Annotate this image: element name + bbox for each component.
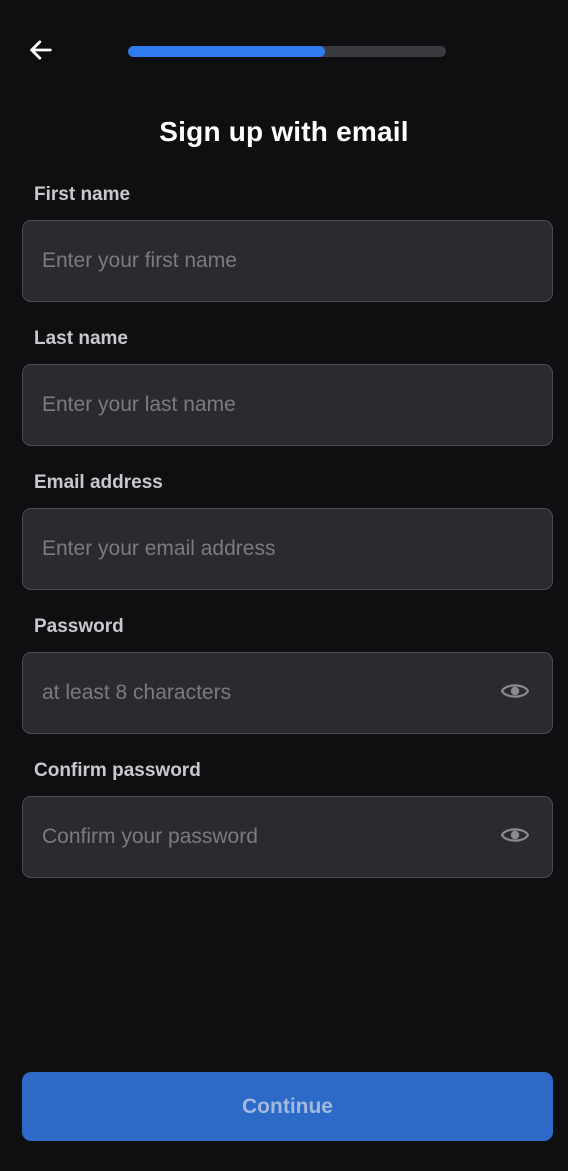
- confirm-password-label: Confirm password: [34, 760, 201, 781]
- last-name-field: Last name: [22, 326, 553, 446]
- top-bar: [0, 0, 568, 100]
- last-name-input[interactable]: [23, 365, 552, 445]
- email-field: Email address: [22, 470, 553, 590]
- password-label: Password: [34, 616, 124, 637]
- last-name-label: Last name: [34, 328, 128, 349]
- signup-screen: Sign up with email First name Last name …: [0, 0, 568, 1171]
- email-label: Email address: [34, 472, 163, 493]
- back-button[interactable]: [22, 34, 60, 70]
- progress-fill: [128, 46, 326, 57]
- last-name-input-box: [22, 364, 553, 446]
- confirm-password-visibility-toggle[interactable]: [500, 825, 530, 849]
- eye-icon: [500, 681, 530, 706]
- confirm-password-input-box: [22, 796, 553, 878]
- confirm-password-input[interactable]: [23, 797, 552, 877]
- progress-bar: [128, 46, 446, 57]
- password-visibility-toggle[interactable]: [500, 681, 530, 705]
- confirm-password-field: Confirm password: [22, 758, 553, 878]
- email-input-box: [22, 508, 553, 590]
- first-name-label: First name: [34, 184, 131, 205]
- email-input[interactable]: [23, 509, 552, 589]
- first-name-input[interactable]: [23, 221, 552, 301]
- eye-icon: [500, 825, 530, 850]
- password-input-box: [22, 652, 553, 734]
- arrow-left-icon: [27, 36, 55, 69]
- password-input[interactable]: [23, 653, 552, 733]
- first-name-input-box: [22, 220, 553, 302]
- continue-button[interactable]: Continue: [22, 1072, 553, 1141]
- first-name-field: First name: [22, 182, 553, 302]
- page-title: Sign up with email: [159, 116, 409, 147]
- password-field: Password: [22, 614, 553, 734]
